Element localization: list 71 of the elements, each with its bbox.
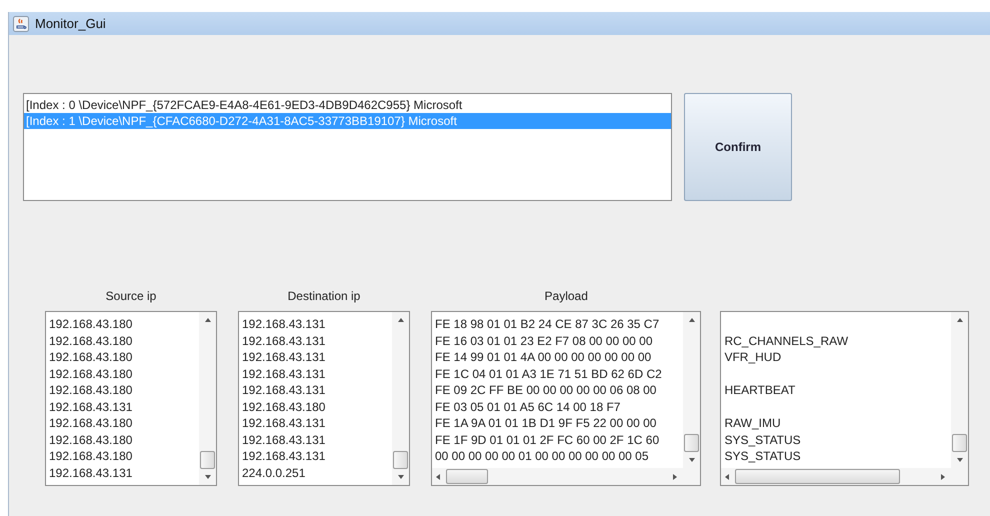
vertical-scrollbar[interactable] — [951, 312, 968, 468]
scroll-thumb[interactable] — [952, 434, 967, 452]
column-heading: Source ip — [106, 288, 156, 304]
list-item[interactable]: SYS_STATUS — [724, 432, 801, 446]
list-item[interactable]: FE 1C 04 01 01 A3 1E 71 51 BD 62 6D C2 — [435, 366, 662, 380]
vertical-scrollbar[interactable] — [683, 312, 700, 468]
left-arrow-icon[interactable] — [725, 474, 730, 480]
list-item[interactable]: 192.168.43.180 — [49, 350, 132, 364]
vertical-scrollbar[interactable] — [199, 312, 216, 485]
list-item[interactable]: 192.168.43.180 — [49, 416, 132, 430]
list-item[interactable]: 192.168.43.180 — [49, 334, 132, 348]
list-item[interactable]: 192.168.43.131 — [242, 366, 326, 380]
down-arrow-icon[interactable] — [398, 475, 404, 479]
list-item[interactable]: 192.168.43.131 — [242, 449, 326, 463]
list-item[interactable]: 192.168.43.131 — [242, 350, 326, 364]
up-arrow-icon[interactable] — [956, 318, 962, 322]
horizontal-scrollbar[interactable] — [721, 468, 968, 485]
list-item[interactable]: HEARTBEAT — [724, 383, 796, 397]
list-item[interactable]: RAW_IMU — [724, 416, 781, 430]
list-item[interactable]: 00 00 00 00 00 01 00 00 00 00 00 00 05 — [435, 449, 649, 463]
left-arrow-icon[interactable] — [436, 474, 440, 480]
up-arrow-icon[interactable] — [204, 318, 210, 322]
right-arrow-icon[interactable] — [673, 474, 678, 480]
list-item[interactable]: FE 09 2C FF BE 00 00 00 00 00 06 08 00 — [435, 383, 656, 397]
list-item[interactable]: FE 16 03 01 01 23 E2 F7 08 00 00 00 00 — [435, 334, 652, 348]
down-arrow-icon[interactable] — [956, 458, 962, 462]
scroll-thumb[interactable] — [393, 451, 408, 469]
horizontal-scrollbar[interactable] — [432, 468, 700, 485]
list-item[interactable]: 192.168.43.131 — [49, 466, 132, 480]
list-item[interactable]: 192.168.43.180 — [49, 383, 132, 397]
list-item[interactable]: FE 14 99 01 01 4A 00 00 00 00 00 00 00 — [435, 350, 652, 364]
scroll-thumb[interactable] — [735, 469, 900, 484]
device-item[interactable]: [Index : 0 \Device\NPF_{572FCAE9-E4A8-4E61-9ED3-4DB9D462C955} Microsoft — [24, 97, 671, 113]
column-heading: Payload — [544, 288, 588, 304]
vertical-scrollbar[interactable] — [392, 312, 409, 485]
list-item[interactable]: FE 18 98 01 01 B2 24 CE 87 3C 26 35 C7 — [435, 317, 660, 331]
down-arrow-icon[interactable] — [204, 475, 210, 479]
list-item[interactable]: 192.168.43.180 — [49, 432, 132, 446]
list-item[interactable]: FE 1F 9D 01 01 01 2F FC 60 00 2F 1C 60 — [435, 432, 660, 446]
list-box[interactable]: 192.168.43.131 192.168.43.131 192.168.43.131 192.168.43.131 192.168.43.131 192.168.43.180 192.168.43.131 192.168.43.131 192.168.43.131 224.0.0.251 — [238, 311, 410, 486]
up-arrow-icon[interactable] — [398, 318, 404, 322]
scroll-thumb[interactable] — [684, 434, 700, 452]
list-item[interactable]: 192.168.43.180 — [49, 366, 132, 380]
list-item[interactable]: 192.168.43.180 — [242, 400, 326, 414]
list-item[interactable]: 192.168.43.131 — [242, 334, 326, 348]
list-item[interactable]: 192.168.43.131 — [242, 383, 326, 397]
list-item[interactable]: 192.168.43.131 — [49, 400, 132, 414]
list-box[interactable]: 192.168.43.180 192.168.43.180 192.168.43.180 192.168.43.180 192.168.43.180 192.168.43.131 192.168.43.180 192.168.43.180 192.168.43.180 192.168.43.131 — [45, 311, 217, 486]
scroll-thumb[interactable] — [200, 451, 215, 469]
list-item[interactable]: 192.168.43.131 — [242, 432, 326, 446]
down-arrow-icon[interactable] — [688, 458, 695, 462]
window-title: Monitor_Gui — [35, 16, 106, 31]
column-heading: Destination ip — [288, 288, 360, 304]
scroll-thumb[interactable] — [446, 469, 488, 484]
list-box[interactable]: RC_CHANNELS_RAW VFR_HUD HEARTBEAT RAW_IMU SYS_STATUS SYS_STATUS — [720, 311, 969, 486]
list-item[interactable]: 192.168.43.180 — [49, 449, 132, 463]
list-item[interactable]: RC_CHANNELS_RAW — [724, 334, 848, 348]
confirm-button[interactable]: Confirm — [684, 93, 792, 201]
list-item[interactable]: FE 03 05 01 01 A5 6C 14 00 18 F7 — [435, 400, 620, 414]
list-item[interactable]: 224.0.0.251 — [242, 466, 306, 480]
list-item[interactable]: SYS_STATUS — [724, 449, 801, 463]
list-item[interactable]: 192.168.43.180 — [49, 317, 132, 331]
cup-icon — [13, 16, 29, 32]
right-arrow-icon[interactable] — [941, 474, 945, 480]
device-list[interactable]: [Index : 0 \Device\NPF_{572FCAE9-E4A8-4E61-9ED3-4DB9D462C955} Microsoft [Index : 1 \Device\NPF_{CFAC6680-D272-4A31-8AC5-33773BB19107} Microsoft — [23, 93, 672, 201]
list-item[interactable]: 192.168.43.131 — [242, 416, 326, 430]
list-item[interactable]: VFR_HUD — [724, 350, 782, 364]
list-item[interactable]: 192.168.43.131 — [242, 317, 326, 331]
list-box[interactable] — [431, 311, 702, 486]
list-item[interactable]: FE 1A 9A 01 01 1B D1 9F F5 22 00 00 00 — [435, 416, 656, 430]
up-arrow-icon[interactable] — [688, 318, 695, 322]
